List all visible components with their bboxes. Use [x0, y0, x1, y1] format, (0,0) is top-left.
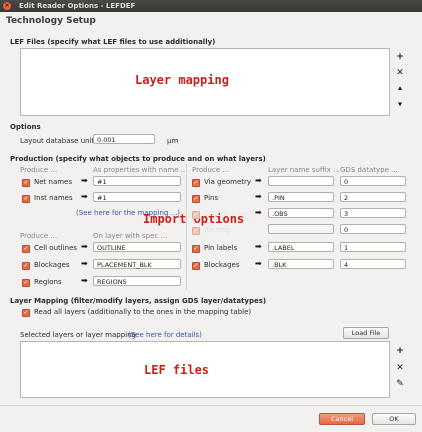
routing-datatype-input[interactable]: 0 — [340, 224, 406, 234]
cancel-button[interactable]: Cancel — [319, 413, 365, 425]
obstructions-checkbox[interactable]: ✓ — [192, 211, 200, 219]
obstructions-suffix-input[interactable]: .OBS — [268, 208, 334, 218]
load-file-button[interactable]: Load File — [343, 327, 389, 339]
placement-blk-input[interactable]: PLACEMENT_BLK — [93, 259, 181, 269]
routing-checkbox[interactable]: ✓ — [192, 227, 200, 235]
options-heading: Options — [10, 123, 41, 131]
production-left-col-props: As properties with name ... — [93, 166, 188, 174]
blockages-left-label: Blockages — [34, 261, 70, 269]
regions-checkbox[interactable]: ✓ — [22, 279, 30, 287]
net-names-input[interactable]: #1 — [93, 176, 181, 186]
production-right-col-suffix: Layer name suffix ... — [268, 166, 340, 174]
lef-add-icon[interactable]: + — [395, 52, 405, 62]
arrow-right-icon: ➡ — [255, 242, 262, 251]
via-geometry-datatype-input[interactable]: 0 — [340, 176, 406, 186]
arrow-right-icon: ➡ — [255, 208, 262, 217]
obstructions-datatype-input[interactable]: 3 — [340, 208, 406, 218]
read-all-layers-checkbox[interactable]: ✓ — [22, 309, 30, 317]
lef-files-overlay-text: Layer mapping — [135, 73, 229, 87]
net-names-label: Net names — [34, 178, 73, 186]
production-right-col-datatype: GDS datatype ... — [340, 166, 398, 174]
production-lower-col-layer: On layer with spec ... — [93, 232, 168, 240]
read-all-layers-label: Read all layers (additionally to the one… — [34, 308, 252, 316]
pin-labels-checkbox[interactable]: ✓ — [192, 245, 200, 253]
inst-names-checkbox[interactable]: ✓ — [22, 195, 30, 203]
lef-remove-icon[interactable]: ✕ — [395, 68, 405, 78]
pin-labels-suffix-input[interactable]: .LABEL — [268, 242, 334, 252]
arrow-right-icon: ➡ — [255, 192, 262, 201]
via-geometry-suffix-input[interactable] — [268, 176, 334, 186]
selected-layers-help-link[interactable]: (See here for details) — [128, 331, 202, 339]
net-names-checkbox[interactable]: ✓ — [22, 179, 30, 187]
layer-mapping-heading: Layer Mapping (filter/modify layers, ass… — [10, 297, 267, 305]
lef-move-down-icon[interactable]: ⯆ — [395, 100, 405, 110]
pins-checkbox[interactable]: ✓ — [192, 195, 200, 203]
arrow-right-icon: ➡ — [81, 259, 88, 268]
lef-files-heading: LEF Files (specify what LEF files to use… — [10, 38, 216, 46]
arrow-right-icon: ➡ — [81, 242, 88, 251]
lef-move-up-icon[interactable]: ⯅ — [395, 84, 405, 94]
ok-button[interactable]: OK — [372, 413, 416, 425]
arrow-right-icon: ➡ — [81, 176, 88, 185]
blockages-left-checkbox[interactable]: ✓ — [22, 262, 30, 270]
pins-datatype-input[interactable]: 2 — [340, 192, 406, 202]
pin-labels-datatype-input[interactable]: 1 — [340, 242, 406, 252]
window-titlebar: × Edit Reader Options - LEFDEF — [0, 0, 422, 12]
layer-mapping-list[interactable]: LEF files — [20, 341, 390, 398]
routing-label: Routing — [204, 226, 231, 234]
regions-label: Regions — [34, 278, 62, 286]
blockages-datatype-input[interactable]: 4 — [340, 259, 406, 269]
blockages-right-label: Blockages — [204, 261, 240, 269]
window-title: Edit Reader Options - LEFDEF — [19, 2, 136, 10]
arrow-right-icon: ➡ — [81, 276, 88, 285]
dbu-label: Layout database unit — [20, 137, 95, 145]
blockages-right-checkbox[interactable]: ✓ — [192, 262, 200, 270]
footer-separator — [0, 405, 422, 406]
dbu-input[interactable]: 0.001 — [93, 134, 155, 144]
via-geometry-checkbox[interactable]: ✓ — [192, 179, 200, 187]
layer-mapping-overlay-text: LEF files — [144, 363, 210, 377]
window-close-icon[interactable]: × — [3, 2, 11, 10]
blockages-suffix-input[interactable]: .BLK — [268, 259, 334, 269]
lef-files-list[interactable]: Layer mapping — [20, 48, 390, 116]
dbu-unit: µm — [167, 137, 179, 145]
pins-label: Pins — [204, 194, 219, 202]
cell-outlines-input[interactable]: OUTLINE — [93, 242, 181, 252]
mapping-edit-icon[interactable]: ✎ — [395, 379, 405, 389]
obstructions-label: Obstructions — [204, 210, 249, 218]
production-right-col-produce: Produce ... — [192, 166, 230, 174]
inst-names-input[interactable]: #1 — [93, 192, 181, 202]
pins-suffix-input[interactable]: .PIN — [268, 192, 334, 202]
production-lower-col-produce: Produce ... — [20, 232, 58, 240]
via-geometry-label: Via geometry — [204, 178, 252, 186]
routing-suffix-input[interactable] — [268, 224, 334, 234]
regions-input[interactable]: REGIONS — [93, 276, 181, 286]
selected-layers-label: Selected layers or layer mapping — [20, 331, 136, 339]
arrow-right-icon: ➡ — [255, 176, 262, 185]
production-heading: Production (specify what objects to prod… — [10, 155, 266, 163]
inst-names-label: Inst names — [34, 194, 73, 202]
production-column-divider — [186, 164, 187, 290]
page-title: Technology Setup — [6, 16, 96, 26]
arrow-right-icon: ➡ — [255, 259, 262, 268]
production-left-col-produce: Produce ... — [20, 166, 58, 174]
mapping-add-icon[interactable]: + — [395, 346, 405, 356]
arrow-right-icon: ➡ — [81, 192, 88, 201]
cell-outlines-label: Cell outlines — [34, 244, 78, 252]
mapping-remove-icon[interactable]: ✕ — [395, 363, 405, 373]
pin-labels-label: Pin labels — [204, 244, 238, 252]
cell-outlines-checkbox[interactable]: ✓ — [22, 245, 30, 253]
